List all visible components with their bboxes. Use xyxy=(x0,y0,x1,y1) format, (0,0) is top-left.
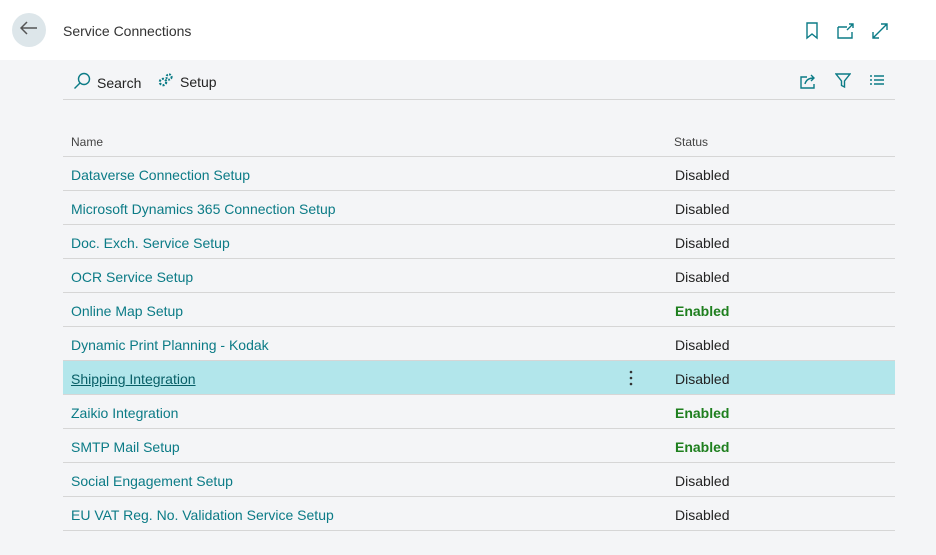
open-in-new-window-icon[interactable] xyxy=(836,21,856,41)
list-actions xyxy=(799,72,887,90)
row-name-link[interactable]: Zaikio Integration xyxy=(71,405,178,421)
table-row[interactable]: Dataverse Connection Setup Disabled xyxy=(63,157,895,191)
row-name-link[interactable]: OCR Service Setup xyxy=(71,269,193,285)
row-name-link[interactable]: Microsoft Dynamics 365 Connection Setup xyxy=(71,201,336,217)
column-header-name[interactable]: Name xyxy=(71,135,103,149)
service-connections-table: Name Status Dataverse Connection Setup D… xyxy=(63,124,895,531)
table-row-selected[interactable]: Shipping Integration Disabled xyxy=(63,361,895,395)
top-bar: Service Connections xyxy=(0,0,936,60)
row-status: Disabled xyxy=(675,371,730,387)
back-button[interactable] xyxy=(12,13,46,47)
table-row[interactable]: Zaikio Integration Enabled xyxy=(63,395,895,429)
table-row[interactable]: Social Engagement Setup Disabled xyxy=(63,463,895,497)
row-name-link[interactable]: Social Engagement Setup xyxy=(71,473,233,489)
row-name-link[interactable]: Shipping Integration xyxy=(71,371,196,387)
row-name-link[interactable]: Dataverse Connection Setup xyxy=(71,167,250,183)
action-bar: Search Setup xyxy=(63,60,895,100)
row-name-link[interactable]: Dynamic Print Planning - Kodak xyxy=(71,337,269,353)
row-status: Disabled xyxy=(675,337,730,353)
row-name-link[interactable]: Online Map Setup xyxy=(71,303,183,319)
search-label: Search xyxy=(97,74,142,91)
back-arrow-icon xyxy=(19,20,38,40)
list-view-icon[interactable] xyxy=(867,72,887,90)
bookmark-icon[interactable] xyxy=(802,21,822,41)
window-actions xyxy=(802,21,890,41)
table-row[interactable]: Microsoft Dynamics 365 Connection Setup … xyxy=(63,191,895,225)
row-status: Enabled xyxy=(675,405,730,421)
gears-icon xyxy=(158,72,174,91)
search-icon xyxy=(73,72,91,93)
table-header: Name Status xyxy=(63,124,895,157)
table-row[interactable]: EU VAT Reg. No. Validation Service Setup… xyxy=(63,497,895,531)
row-name-link[interactable]: EU VAT Reg. No. Validation Service Setup xyxy=(71,507,334,523)
setup-label: Setup xyxy=(180,73,217,90)
row-status: Disabled xyxy=(675,269,730,285)
row-name-link[interactable]: SMTP Mail Setup xyxy=(71,439,180,455)
row-status: Disabled xyxy=(675,473,730,489)
table-row[interactable]: OCR Service Setup Disabled xyxy=(63,259,895,293)
page-title: Service Connections xyxy=(63,23,192,39)
share-icon[interactable] xyxy=(799,72,819,90)
table-row[interactable]: Doc. Exch. Service Setup Disabled xyxy=(63,225,895,259)
row-status: Enabled xyxy=(675,439,730,455)
column-header-status[interactable]: Status xyxy=(674,135,708,149)
table-row[interactable]: SMTP Mail Setup Enabled xyxy=(63,429,895,463)
row-status: Enabled xyxy=(675,303,730,319)
row-status: Disabled xyxy=(675,235,730,251)
row-status: Disabled xyxy=(675,507,730,523)
expand-icon[interactable] xyxy=(870,21,890,41)
search-button[interactable]: Search xyxy=(73,72,141,93)
filter-icon[interactable] xyxy=(833,72,853,90)
table-row[interactable]: Online Map Setup Enabled xyxy=(63,293,895,327)
row-status: Disabled xyxy=(675,201,730,217)
row-name-link[interactable]: Doc. Exch. Service Setup xyxy=(71,235,230,251)
setup-button[interactable]: Setup xyxy=(158,72,217,91)
row-more-options-icon[interactable] xyxy=(621,368,641,388)
table-row[interactable]: Dynamic Print Planning - Kodak Disabled xyxy=(63,327,895,361)
row-status: Disabled xyxy=(675,167,730,183)
